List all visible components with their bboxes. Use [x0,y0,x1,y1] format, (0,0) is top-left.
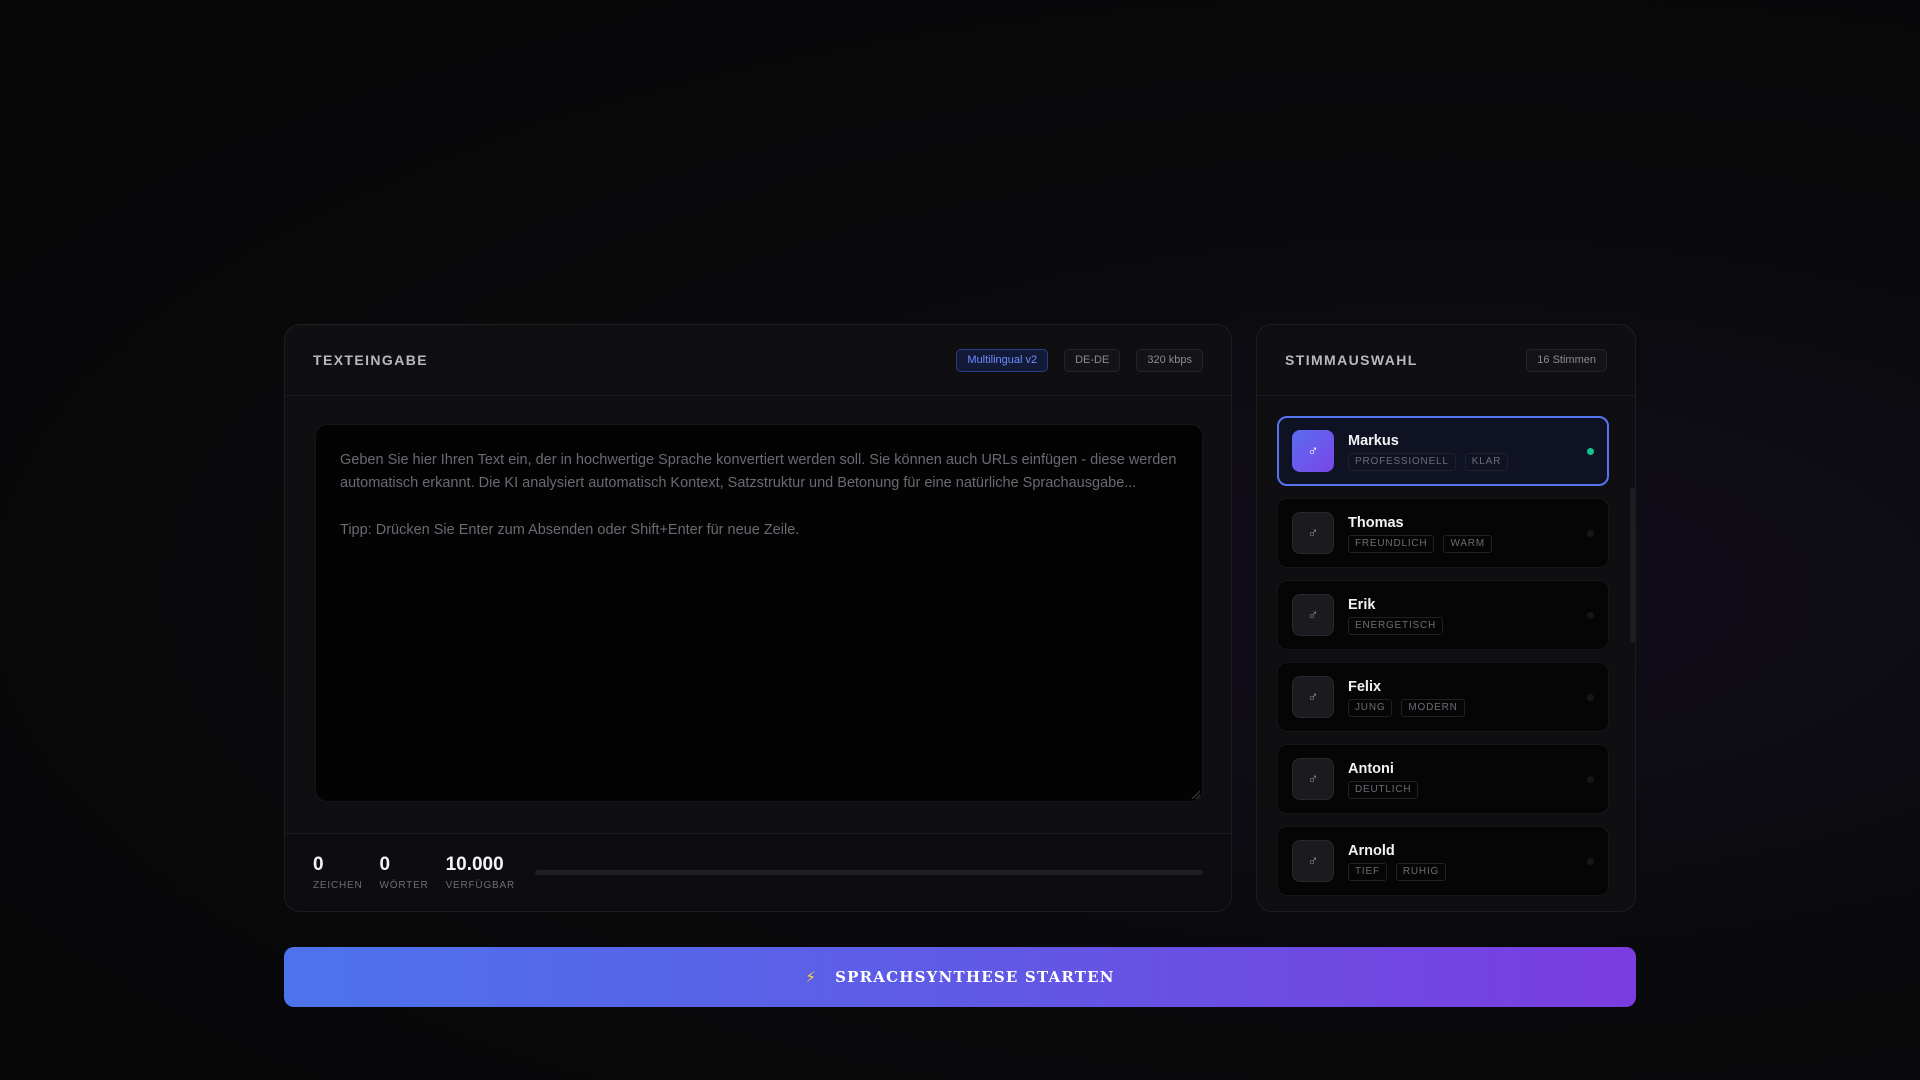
start-synthesis-label: SPRACHSYNTHESE STARTEN [835,968,1115,986]
voice-tags: PROFESSIONELL KLAR [1348,452,1594,471]
model-badges: Multilingual v2 DE-DE 320 kbps [956,348,1203,372]
language-badge: DE-DE [1064,348,1121,372]
voice-tags: FREUNDLICH WARM [1348,534,1594,553]
inactive-indicator-icon [1587,612,1594,619]
male-icon: ♂ [1292,594,1334,636]
voice-count-badge: 16 Stimmen [1526,348,1607,372]
male-icon: ♂ [1292,676,1334,718]
voice-list[interactable]: ♂ Markus PROFESSIONELL KLAR ♂ Thomas FREUNDLIC… [1257,396,1635,896]
voice-card-thomas[interactable]: ♂ Thomas FREUNDLICH WARM [1277,498,1609,568]
voice-info: Erik ENERGETISCH [1348,596,1594,635]
stat-label: WÖRTER [379,880,429,891]
voice-name: Thomas [1348,514,1404,531]
male-icon: ♂ [1292,840,1334,882]
male-icon: ♂ [1292,430,1334,472]
stat-value: 10.000 [445,854,504,875]
text-panel-header: TEXTEINGABE Multilingual v2 DE-DE 320 kb… [285,325,1231,396]
text-input-panel: TEXTEINGABE Multilingual v2 DE-DE 320 kb… [284,324,1232,912]
voice-tag: RUHIG [1395,862,1447,881]
lightning-icon: ⚡ [805,968,818,986]
voice-info: Thomas FREUNDLICH WARM [1348,514,1594,553]
placeholder-tip: Tipp: Drücken Sie Enter zum Absenden ode… [340,522,800,538]
voice-card-markus[interactable]: ♂ Markus PROFESSIONELL KLAR [1277,416,1609,486]
text-panel-title: TEXTEINGABE [313,352,428,368]
active-indicator-icon [1587,448,1594,455]
voice-name: Antoni [1348,760,1394,777]
voice-tags: ENERGETISCH [1348,616,1594,635]
voice-tags: DEUTLICH [1348,780,1594,799]
start-synthesis-button[interactable]: ⚡ SPRACHSYNTHESE STARTEN [284,947,1636,1007]
bitrate-badge: 320 kbps [1136,348,1203,372]
male-icon: ♂ [1292,512,1334,554]
voice-name: Arnold [1348,842,1395,859]
voice-card-felix[interactable]: ♂ Felix JUNG MODERN [1277,662,1609,732]
voice-tag: PROFESSIONELL [1348,452,1456,471]
voice-selection-panel: STIMMAUSWAHL 16 Stimmen ♂ Markus PROFESSIO… [1256,324,1636,912]
inactive-indicator-icon [1587,694,1594,701]
stat-available: 10.000 VERFÜGBAR [446,854,515,891]
stat-label: VERFÜGBAR [445,880,515,891]
voice-tag: MODERN [1401,698,1465,717]
stat-words: 0 WÖRTER [380,854,429,891]
voice-list-scrollbar[interactable] [1630,488,1635,643]
male-icon: ♂ [1292,758,1334,800]
text-input-area[interactable]: Geben Sie hier Ihren Text ein, der in ho… [315,424,1203,802]
resize-handle-icon[interactable] [1190,789,1200,799]
voice-tags: JUNG MODERN [1348,698,1594,717]
voice-info: Markus PROFESSIONELL KLAR [1348,432,1594,471]
voice-tag: WARM [1443,534,1492,553]
voice-tag: TIEF [1348,862,1387,881]
voice-panel-title: STIMMAUSWAHL [1285,352,1418,368]
voice-card-arnold[interactable]: ♂ Arnold TIEF RUHIG [1277,826,1609,896]
voice-tags: TIEF RUHIG [1348,862,1594,881]
voice-info: Felix JUNG MODERN [1348,678,1594,717]
voice-panel-header: STIMMAUSWAHL 16 Stimmen [1257,325,1635,396]
stat-value: 0 [313,854,324,875]
voice-tag: KLAR [1464,452,1509,471]
placeholder-text: Geben Sie hier Ihren Text ein, der in ho… [340,452,1177,491]
voice-name: Markus [1348,432,1399,449]
stat-value: 0 [379,854,391,875]
voice-tag: FREUNDLICH [1348,534,1435,553]
voice-tag: JUNG [1348,698,1393,717]
inactive-indicator-icon [1587,530,1594,537]
voice-card-antoni[interactable]: ♂ Antoni DEUTLICH [1277,744,1609,814]
voice-info: Antoni DEUTLICH [1348,760,1594,799]
voice-tag: ENERGETISCH [1348,616,1444,635]
stat-characters: 0 ZEICHEN [313,854,363,891]
voice-info: Arnold TIEF RUHIG [1348,842,1594,881]
model-badge: Multilingual v2 [956,348,1049,372]
stat-label: ZEICHEN [313,880,363,891]
usage-progress-bar [535,870,1203,875]
voice-tag: DEUTLICH [1348,780,1419,799]
inactive-indicator-icon [1587,776,1594,783]
inactive-indicator-icon [1587,858,1594,865]
voice-card-erik[interactable]: ♂ Erik ENERGETISCH [1277,580,1609,650]
voice-name: Felix [1348,678,1382,695]
voice-name: Erik [1348,596,1376,613]
text-stats-bar: 0 ZEICHEN 0 WÖRTER 10.000 VERFÜGBAR [285,833,1231,911]
